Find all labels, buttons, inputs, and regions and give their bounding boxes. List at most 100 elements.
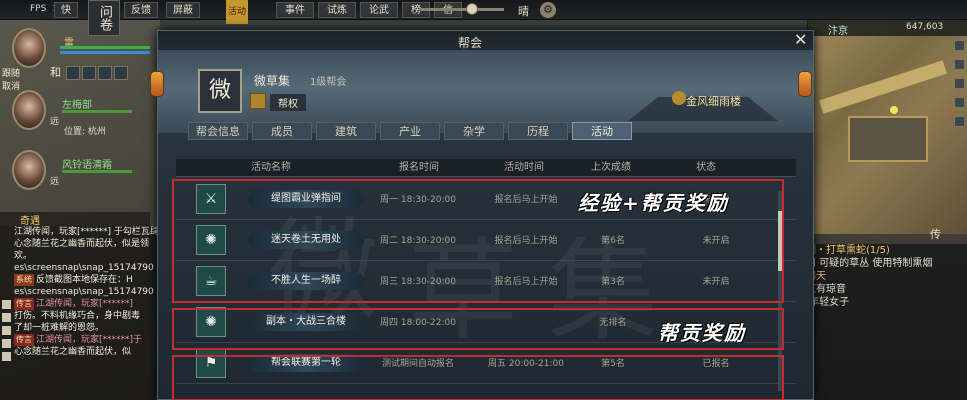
chat-line: 打伤。不料机缘巧合，身中剧毒 [0, 310, 160, 322]
party-panel: 雷 跟随 取消 和 左梅部 远 位置: 杭州 风铃语清霜 远 [0, 20, 150, 202]
chat-side-icons [2, 300, 12, 365]
chat-text: 心念随兰花之幽香而起伏，似是领 [14, 239, 150, 249]
quest-objective[interactable]: 去 年轻女子 [790, 296, 967, 309]
chat-text: 心念随兰花之幽香而起伏，似 [14, 347, 132, 357]
quest-objective[interactable]: 鸪红有琼音 [790, 283, 967, 296]
guild-tab[interactable]: 建筑 [316, 122, 376, 140]
guild-banner [158, 51, 813, 133]
chat-line: 心念随兰花之幽香而起伏，似是领 [0, 238, 160, 250]
guild-tab[interactable]: 历程 [508, 122, 568, 140]
guild-tab[interactable]: 产业 [380, 122, 440, 140]
chat-line: 欢。 [0, 250, 160, 262]
buff-icon-2 [82, 66, 96, 80]
chat-channel-tag: 传言 [14, 334, 34, 346]
top-hud-bar: FPS18 快 反馈 屏蔽 活动 事件 试炼 论武 榜 信 晴 ⚙ [0, 0, 967, 24]
member-portrait[interactable] [12, 90, 46, 130]
chat-text: 打伤。不料机缘巧合，身中剧毒 [14, 311, 141, 321]
minimap-world-icon[interactable] [954, 78, 965, 89]
quest-title[interactable]: 鸣鸪天 [790, 270, 967, 283]
guild-building-name[interactable]: 金风细雨楼 [686, 93, 741, 109]
quick-button[interactable]: 快 [54, 2, 78, 18]
chat-text: es\screensnap\snap_15174790 [14, 263, 154, 273]
hero-hp-bar [60, 46, 150, 49]
close-icon[interactable]: ✕ [794, 32, 807, 48]
member-name: 左梅部 [62, 100, 92, 111]
party-member[interactable]: 风铃语清霜 远 [0, 142, 150, 202]
guild-tabs: 帮会信息 成员 建筑 产业 杂学 历程 活动 [188, 122, 632, 140]
chat-line: 传言 江湖传闻，玩家[******]于 [0, 334, 160, 346]
guild-name: 微草集 [254, 74, 291, 88]
buff-icon-4 [114, 66, 128, 80]
hero-tag: 和 [50, 66, 61, 79]
building-badge-icon [672, 91, 686, 105]
hero-portrait[interactable] [12, 28, 46, 68]
minimap[interactable] [807, 20, 967, 234]
hero-bars [60, 46, 150, 56]
activity-lantern-icon[interactable]: 活动 [226, 0, 248, 24]
guild-level: 1级帮会 [310, 77, 347, 88]
settings-gear-icon[interactable]: ⚙ [540, 2, 556, 18]
minimap-zoom-out-icon[interactable] [954, 59, 965, 70]
chat-panel[interactable]: 江湖传闻，玩家[******] 于勾栏瓦肆 心念随兰花之幽香而起伏，似是领 欢。 es… [0, 226, 160, 400]
col-signup-time: 报名时间 [399, 162, 439, 173]
member-hp-bar [62, 110, 132, 113]
chat-line: 了却一桩难解的恩怨。 [0, 322, 160, 334]
chat-settings-icon[interactable] [2, 313, 11, 322]
chat-channel-tag: 传言 [14, 298, 34, 310]
chat-lock-icon[interactable] [2, 339, 11, 348]
adventure-header[interactable]: 奇遇 [0, 212, 150, 227]
chat-line: 心念随兰花之幽香而起伏，似 [0, 346, 160, 358]
member-status: 远 [50, 117, 60, 127]
shield-button[interactable]: 屏蔽 [166, 2, 200, 18]
member-hp-bar [62, 170, 132, 173]
time-slider-handle[interactable] [466, 3, 478, 15]
member-portrait[interactable] [12, 150, 46, 190]
follow-button[interactable]: 跟随 [2, 69, 20, 79]
guild-emblem: 微 [198, 69, 242, 113]
minimap-zoom-in-icon[interactable] [954, 40, 965, 51]
chat-line: 传言 江湖传闻，玩家[******] [0, 298, 160, 310]
menu-duel[interactable]: 论武 [360, 2, 398, 18]
time-slider[interactable] [420, 3, 504, 15]
teleport-tab[interactable]: 传 [930, 226, 941, 242]
col-last-result: 上次成绩 [591, 162, 631, 173]
guild-rank-button[interactable]: 帮权 [270, 94, 306, 111]
hero-frame[interactable]: 雷 跟随 取消 和 [0, 20, 150, 92]
party-member[interactable]: 左梅部 远 位置: 杭州 [0, 82, 150, 142]
guild-tab[interactable]: 成员 [252, 122, 312, 140]
chat-text: 欢。 [14, 251, 33, 261]
guild-rank-badge-icon [250, 93, 266, 109]
chat-text: 江湖传闻，玩家[******]于 [36, 335, 143, 345]
chat-emoji-icon[interactable] [2, 326, 11, 335]
guild-dialog: 帮会 ✕ 微 微草集 1级帮会 帮权 金风细雨楼 帮会信息 成员 建筑 产业 杂学 历程活… [150, 30, 814, 400]
hero-mp-bar [60, 51, 150, 54]
member-name: 风铃语清霜 [62, 160, 112, 171]
highlight-box [172, 355, 784, 400]
guild-tab[interactable]: 杂学 [444, 122, 504, 140]
dialog-title-bar[interactable]: 帮会 ✕ [158, 31, 813, 51]
quest-title[interactable]: 艾剑・打草熏蛇(1/5) [790, 244, 967, 257]
quest-tracker[interactable]: 艾剑・打草熏蛇(1/5) 使用 可疑的草丛 使用特制熏烟 鸣鸪天 鸪红有琼音 去… [790, 244, 967, 400]
chat-save-icon[interactable] [2, 352, 11, 361]
menu-event[interactable]: 事件 [276, 2, 314, 18]
minimap-settings-icon[interactable] [954, 116, 965, 127]
feedback-button[interactable]: 反馈 [124, 2, 158, 18]
reward-annotation: 帮贡奖励 [658, 321, 746, 345]
lantern-left-icon [150, 71, 164, 97]
quest-objective[interactable]: 使用 可疑的草丛 使用特制熏烟 [790, 257, 967, 270]
reward-annotation: 经验+帮贡奖励 [578, 191, 729, 215]
chat-line: 系统 反馈截图本地保存在：H [0, 274, 160, 286]
menu-trial[interactable]: 试炼 [318, 2, 356, 18]
minimap-search-icon[interactable] [954, 97, 965, 108]
minimap-coordinates: 647,603 [906, 22, 944, 32]
minimap-city: 汴京 [828, 26, 848, 37]
chat-menu-icon[interactable] [2, 300, 11, 309]
guild-tab[interactable]: 帮会信息 [188, 122, 248, 140]
member-location: 位置: 杭州 [64, 127, 106, 137]
guild-tab[interactable]: 活动 [572, 122, 632, 140]
chat-channel-tag: 系统 [14, 274, 34, 286]
chat-text: 了却一桩难解的恩怨。 [14, 323, 105, 333]
buff-icon-1 [66, 66, 80, 80]
chat-line: 江湖传闻，玩家[******] 于勾栏瓦肆 [0, 226, 160, 238]
dialog-title: 帮会 [458, 36, 483, 50]
